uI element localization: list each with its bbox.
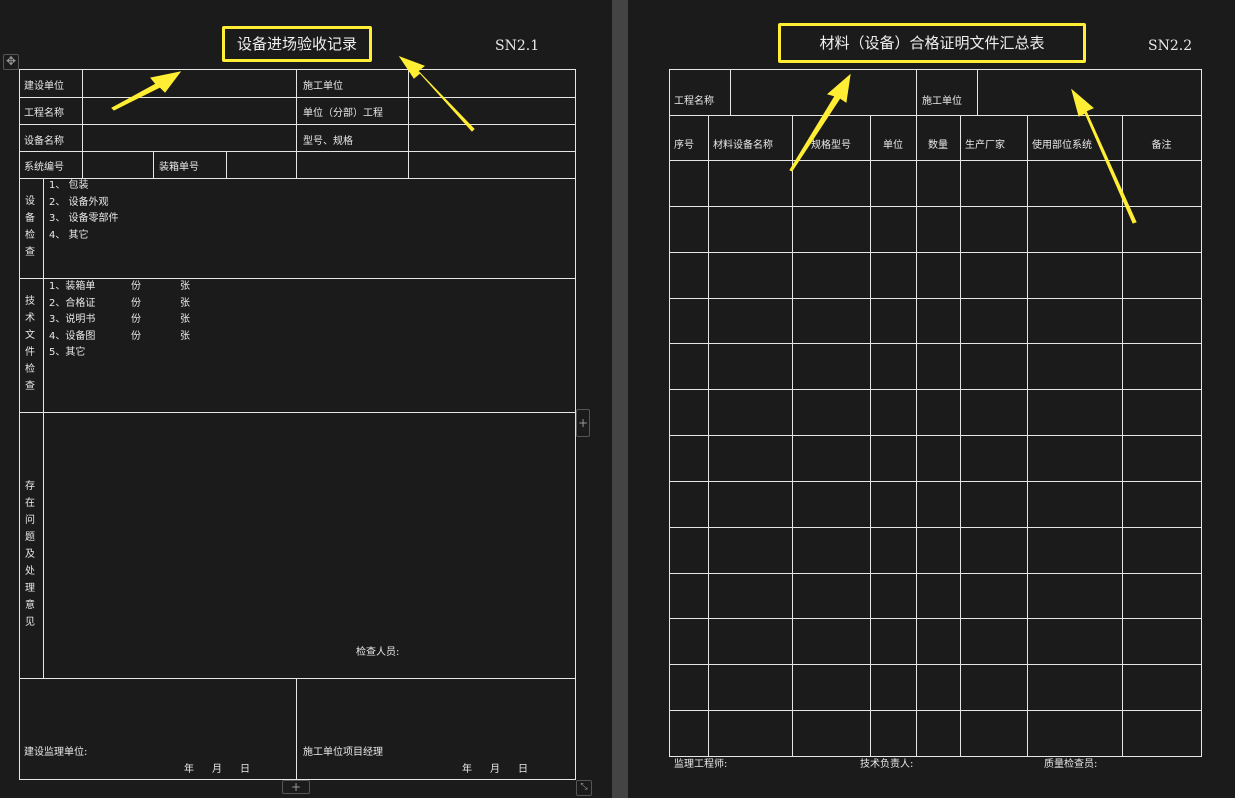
arrow-icon	[398, 55, 475, 132]
arrow-icon	[1071, 88, 1137, 224]
arrow-icon	[111, 71, 182, 111]
annotation-arrows	[111, 55, 1137, 224]
arrow-icon	[789, 73, 851, 172]
